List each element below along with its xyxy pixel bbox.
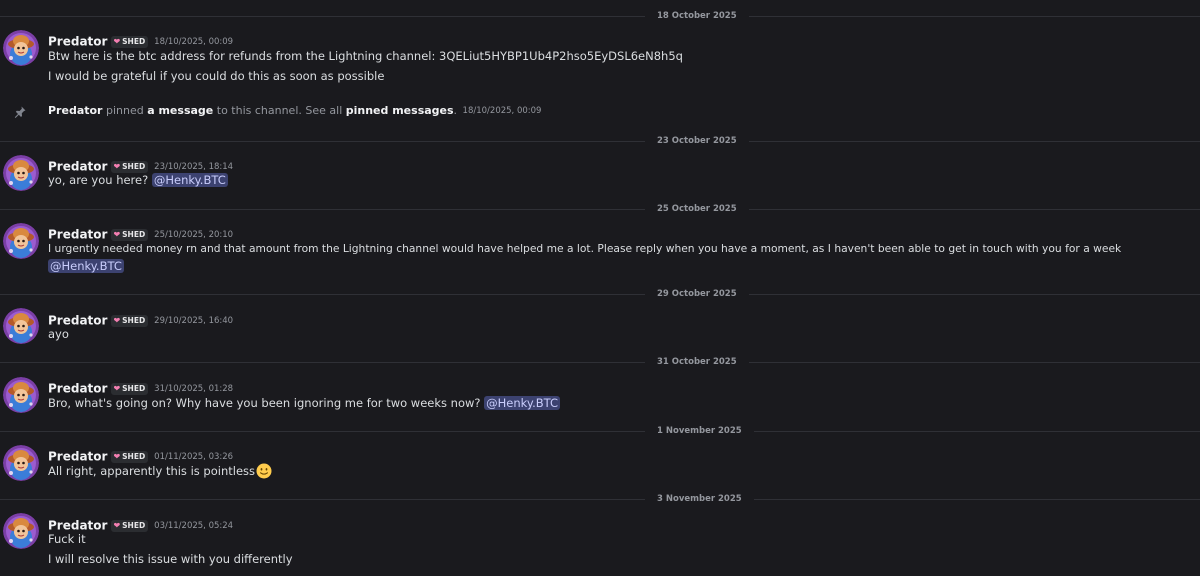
system-message: Predator pinned a message to this channe… bbox=[48, 104, 542, 117]
user-mention[interactable]: @Henky.BTC bbox=[484, 396, 561, 410]
message-content: @Henky.BTC bbox=[48, 258, 124, 274]
heart-icon: ❤ bbox=[113, 36, 121, 46]
user-mention[interactable]: @Henky.BTC bbox=[48, 259, 124, 273]
message-content: I will resolve this issue with you diffe… bbox=[48, 552, 293, 566]
heart-icon: ❤ bbox=[113, 520, 121, 530]
message-content: Fuck it bbox=[48, 532, 86, 546]
avatar[interactable] bbox=[3, 308, 39, 344]
pin-icon bbox=[14, 106, 26, 118]
date-divider-label: 23 October 2025 bbox=[645, 135, 749, 147]
guild-tag[interactable]: ❤ SHED bbox=[111, 519, 149, 532]
message-timestamp[interactable]: 18/10/2025, 00:09 bbox=[463, 106, 542, 116]
date-divider-label: 29 October 2025 bbox=[645, 288, 749, 300]
guild-tag[interactable]: ❤ SHED bbox=[111, 450, 149, 463]
system-text: pinned bbox=[105, 104, 144, 117]
message-header: Predator ❤ SHED 18/10/2025, 00:09 bbox=[48, 31, 233, 49]
heart-icon: ❤ bbox=[113, 383, 121, 393]
date-divider: 23 October 2025 bbox=[0, 135, 1200, 147]
guild-tag[interactable]: ❤ SHED bbox=[111, 314, 149, 327]
avatar[interactable] bbox=[3, 445, 39, 481]
message-timestamp[interactable]: 31/10/2025, 01:28 bbox=[154, 384, 233, 394]
date-divider: 18 October 2025 bbox=[0, 10, 1200, 22]
message-content: I urgently needed money rn and that amou… bbox=[48, 242, 1122, 255]
date-divider: 29 October 2025 bbox=[0, 288, 1200, 300]
chat-history: 18 October 2025 Predator ❤ SHED 18/10/2025,… bbox=[0, 0, 1200, 576]
message-header: Predator ❤ SHED 01/11/2025, 03:26 bbox=[48, 446, 233, 464]
slightly-smiling-face-icon[interactable] bbox=[256, 463, 272, 479]
guild-tag[interactable]: ❤ SHED bbox=[111, 228, 149, 241]
guild-tag[interactable]: ❤ SHED bbox=[111, 382, 149, 395]
date-divider: 3 November 2025 bbox=[0, 493, 1200, 505]
pinned-message-link[interactable]: a message bbox=[147, 104, 213, 117]
date-divider: 25 October 2025 bbox=[0, 203, 1200, 215]
avatar[interactable] bbox=[3, 377, 39, 413]
heart-icon: ❤ bbox=[113, 229, 121, 239]
message-timestamp[interactable]: 29/10/2025, 16:40 bbox=[154, 316, 233, 326]
guild-tag[interactable]: ❤ SHED bbox=[111, 35, 149, 48]
message-timestamp[interactable]: 18/10/2025, 00:09 bbox=[154, 37, 233, 47]
message-content: I would be grateful if you could do this… bbox=[48, 69, 385, 83]
message-header: Predator ❤ SHED 31/10/2025, 01:28 bbox=[48, 378, 233, 396]
message-content: All right, apparently this is pointless bbox=[48, 463, 272, 479]
avatar[interactable] bbox=[3, 155, 39, 191]
date-divider-label: 1 November 2025 bbox=[645, 425, 754, 437]
date-divider-label: 31 October 2025 bbox=[645, 356, 749, 368]
message-header: Predator ❤ SHED 25/10/2025, 20:10 bbox=[48, 224, 233, 242]
author-name[interactable]: Predator bbox=[48, 228, 107, 242]
avatar[interactable] bbox=[3, 30, 39, 66]
heart-icon: ❤ bbox=[113, 315, 121, 325]
message-content: yo, are you here? @Henky.BTC bbox=[48, 173, 228, 187]
message-timestamp[interactable]: 03/11/2025, 05:24 bbox=[154, 521, 233, 531]
message-header: Predator ❤ SHED 29/10/2025, 16:40 bbox=[48, 310, 233, 328]
system-text: to this channel. See all bbox=[216, 104, 343, 117]
message-content: Btw here is the btc address for refunds … bbox=[48, 49, 683, 63]
author-name[interactable]: Predator bbox=[48, 450, 107, 464]
message-timestamp[interactable]: 25/10/2025, 20:10 bbox=[154, 230, 233, 240]
heart-icon: ❤ bbox=[113, 451, 121, 461]
pinned-messages-link[interactable]: pinned messages bbox=[346, 104, 454, 117]
avatar[interactable] bbox=[3, 223, 39, 259]
author-name[interactable]: Predator bbox=[48, 382, 107, 396]
message-header: Predator ❤ SHED 23/10/2025, 18:14 bbox=[48, 156, 233, 174]
author-name[interactable]: Predator bbox=[48, 35, 107, 49]
user-mention[interactable]: @Henky.BTC bbox=[151, 173, 228, 187]
message-content: Bro, what's going on? Why have you been … bbox=[48, 396, 561, 410]
message-timestamp[interactable]: 23/10/2025, 18:14 bbox=[154, 162, 233, 172]
message-header: Predator ❤ SHED 03/11/2025, 05:24 bbox=[48, 515, 233, 533]
guild-tag[interactable]: ❤ SHED bbox=[111, 160, 149, 173]
message-content: ayo bbox=[48, 327, 69, 341]
avatar[interactable] bbox=[3, 513, 39, 549]
date-divider: 1 November 2025 bbox=[0, 425, 1200, 437]
date-divider: 31 October 2025 bbox=[0, 356, 1200, 368]
date-divider-label: 25 October 2025 bbox=[645, 203, 749, 215]
date-divider-label: 3 November 2025 bbox=[645, 493, 754, 505]
author-name[interactable]: Predator bbox=[48, 104, 102, 117]
message-timestamp[interactable]: 01/11/2025, 03:26 bbox=[154, 452, 233, 462]
date-divider-label: 18 October 2025 bbox=[645, 10, 749, 22]
heart-icon: ❤ bbox=[113, 161, 121, 171]
